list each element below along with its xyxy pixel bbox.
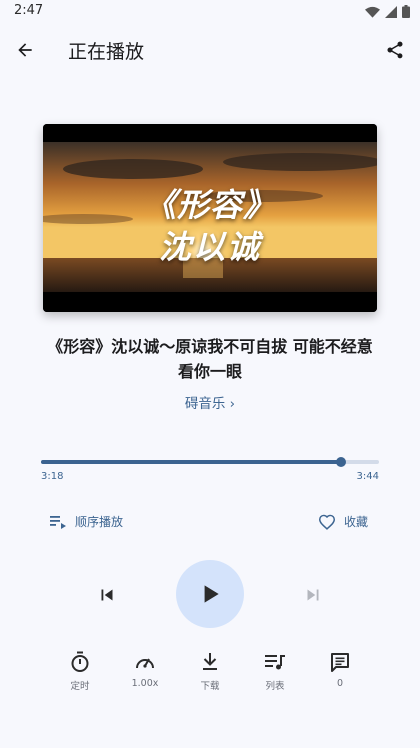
speed-label: 1.00x: [131, 678, 159, 689]
favorite-label: 收藏: [343, 515, 368, 529]
comments-button[interactable]: 0: [315, 650, 365, 689]
download-button[interactable]: 下载: [185, 650, 235, 692]
playlist-label: 列表: [265, 681, 285, 692]
speed-icon: [136, 658, 154, 669]
cover-artist-text: 沈以诚: [158, 228, 261, 266]
app-bar: 正在播放: [0, 24, 420, 74]
progress-bar[interactable]: [41, 457, 379, 467]
back-button[interactable]: [12, 37, 38, 63]
arrow-back-icon: [18, 43, 32, 57]
artist-link[interactable]: 碍音乐 ›: [0, 392, 420, 412]
playlist-button[interactable]: 列表: [250, 650, 300, 692]
status-time: 2:47: [14, 3, 44, 18]
timer-button[interactable]: 定时: [55, 650, 105, 692]
play-mode-label: 顺序播放: [75, 515, 124, 529]
progress-fill: [41, 460, 341, 464]
status-icons: [365, 5, 410, 18]
current-time: 3:18: [41, 471, 64, 482]
page-title: 正在播放: [68, 41, 145, 63]
play-icon: [204, 585, 219, 603]
battery-icon: [402, 5, 410, 18]
favorite-button[interactable]: 收藏: [318, 513, 368, 530]
next-button[interactable]: [301, 583, 325, 607]
cover-title-text: 《形容》: [143, 186, 276, 224]
speed-button[interactable]: 1.00x: [120, 650, 170, 689]
heart-outline-icon: [318, 514, 335, 530]
queue-music-icon: [265, 655, 285, 670]
timer-icon: [71, 651, 89, 672]
wifi-icon: [365, 6, 380, 18]
comments-count: 0: [336, 678, 344, 689]
progress-thumb[interactable]: [335, 457, 346, 467]
playlist-play-icon: [50, 515, 66, 529]
comment-icon: [331, 653, 349, 672]
play-mode-button[interactable]: 顺序播放: [49, 513, 123, 530]
download-label: 下载: [200, 681, 220, 692]
download-icon: [203, 653, 217, 670]
skip-next-icon: [307, 589, 319, 601]
previous-button[interactable]: [95, 583, 119, 607]
play-button[interactable]: [176, 560, 244, 628]
album-cover: 《形容》 沈以诚: [43, 124, 377, 312]
timer-label: 定时: [70, 681, 90, 692]
signal-icon: [385, 5, 397, 18]
skip-previous-icon: [101, 589, 113, 601]
share-icon: [387, 41, 403, 59]
song-title: 《形容》沈以诚～原谅我不可自拔 可能不经意看你一眼: [47, 337, 373, 381]
total-time: 3:44: [356, 471, 379, 482]
share-button[interactable]: [382, 37, 408, 63]
status-bar: 2:47: [0, 0, 420, 24]
